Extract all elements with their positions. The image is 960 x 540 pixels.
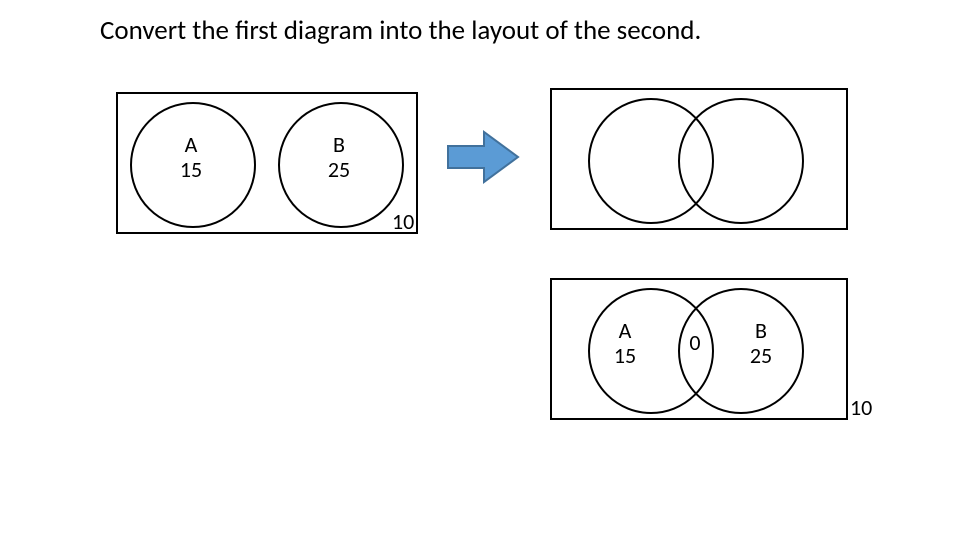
venn-b-label: B 25 <box>324 132 354 183</box>
venn-box-source: A 15 B 25 <box>116 92 418 234</box>
set-value: 25 <box>328 156 350 183</box>
arrow-icon <box>444 128 522 191</box>
venn-a-label: A 15 <box>176 132 206 183</box>
venn-intersection-value: 0 <box>687 330 703 355</box>
set-value: 15 <box>180 156 202 183</box>
venn-box-target-blank <box>550 88 848 230</box>
venn-a-label-2: A 15 <box>610 318 640 369</box>
set-label: A <box>185 131 198 158</box>
venn-outside-value-2: 10 <box>850 394 872 421</box>
page-title: Convert the first diagram into the layou… <box>100 14 701 47</box>
venn-b-label-2: B 25 <box>746 318 776 369</box>
venn-outside-value: 10 <box>392 208 414 235</box>
venn-box-result: A 15 0 B 25 <box>550 278 848 420</box>
set-label: B <box>755 317 767 344</box>
set-value: 25 <box>750 342 772 369</box>
venn-circle-right <box>678 98 804 224</box>
set-label: B <box>333 131 345 158</box>
set-label: A <box>619 317 632 344</box>
set-value: 15 <box>614 342 636 369</box>
